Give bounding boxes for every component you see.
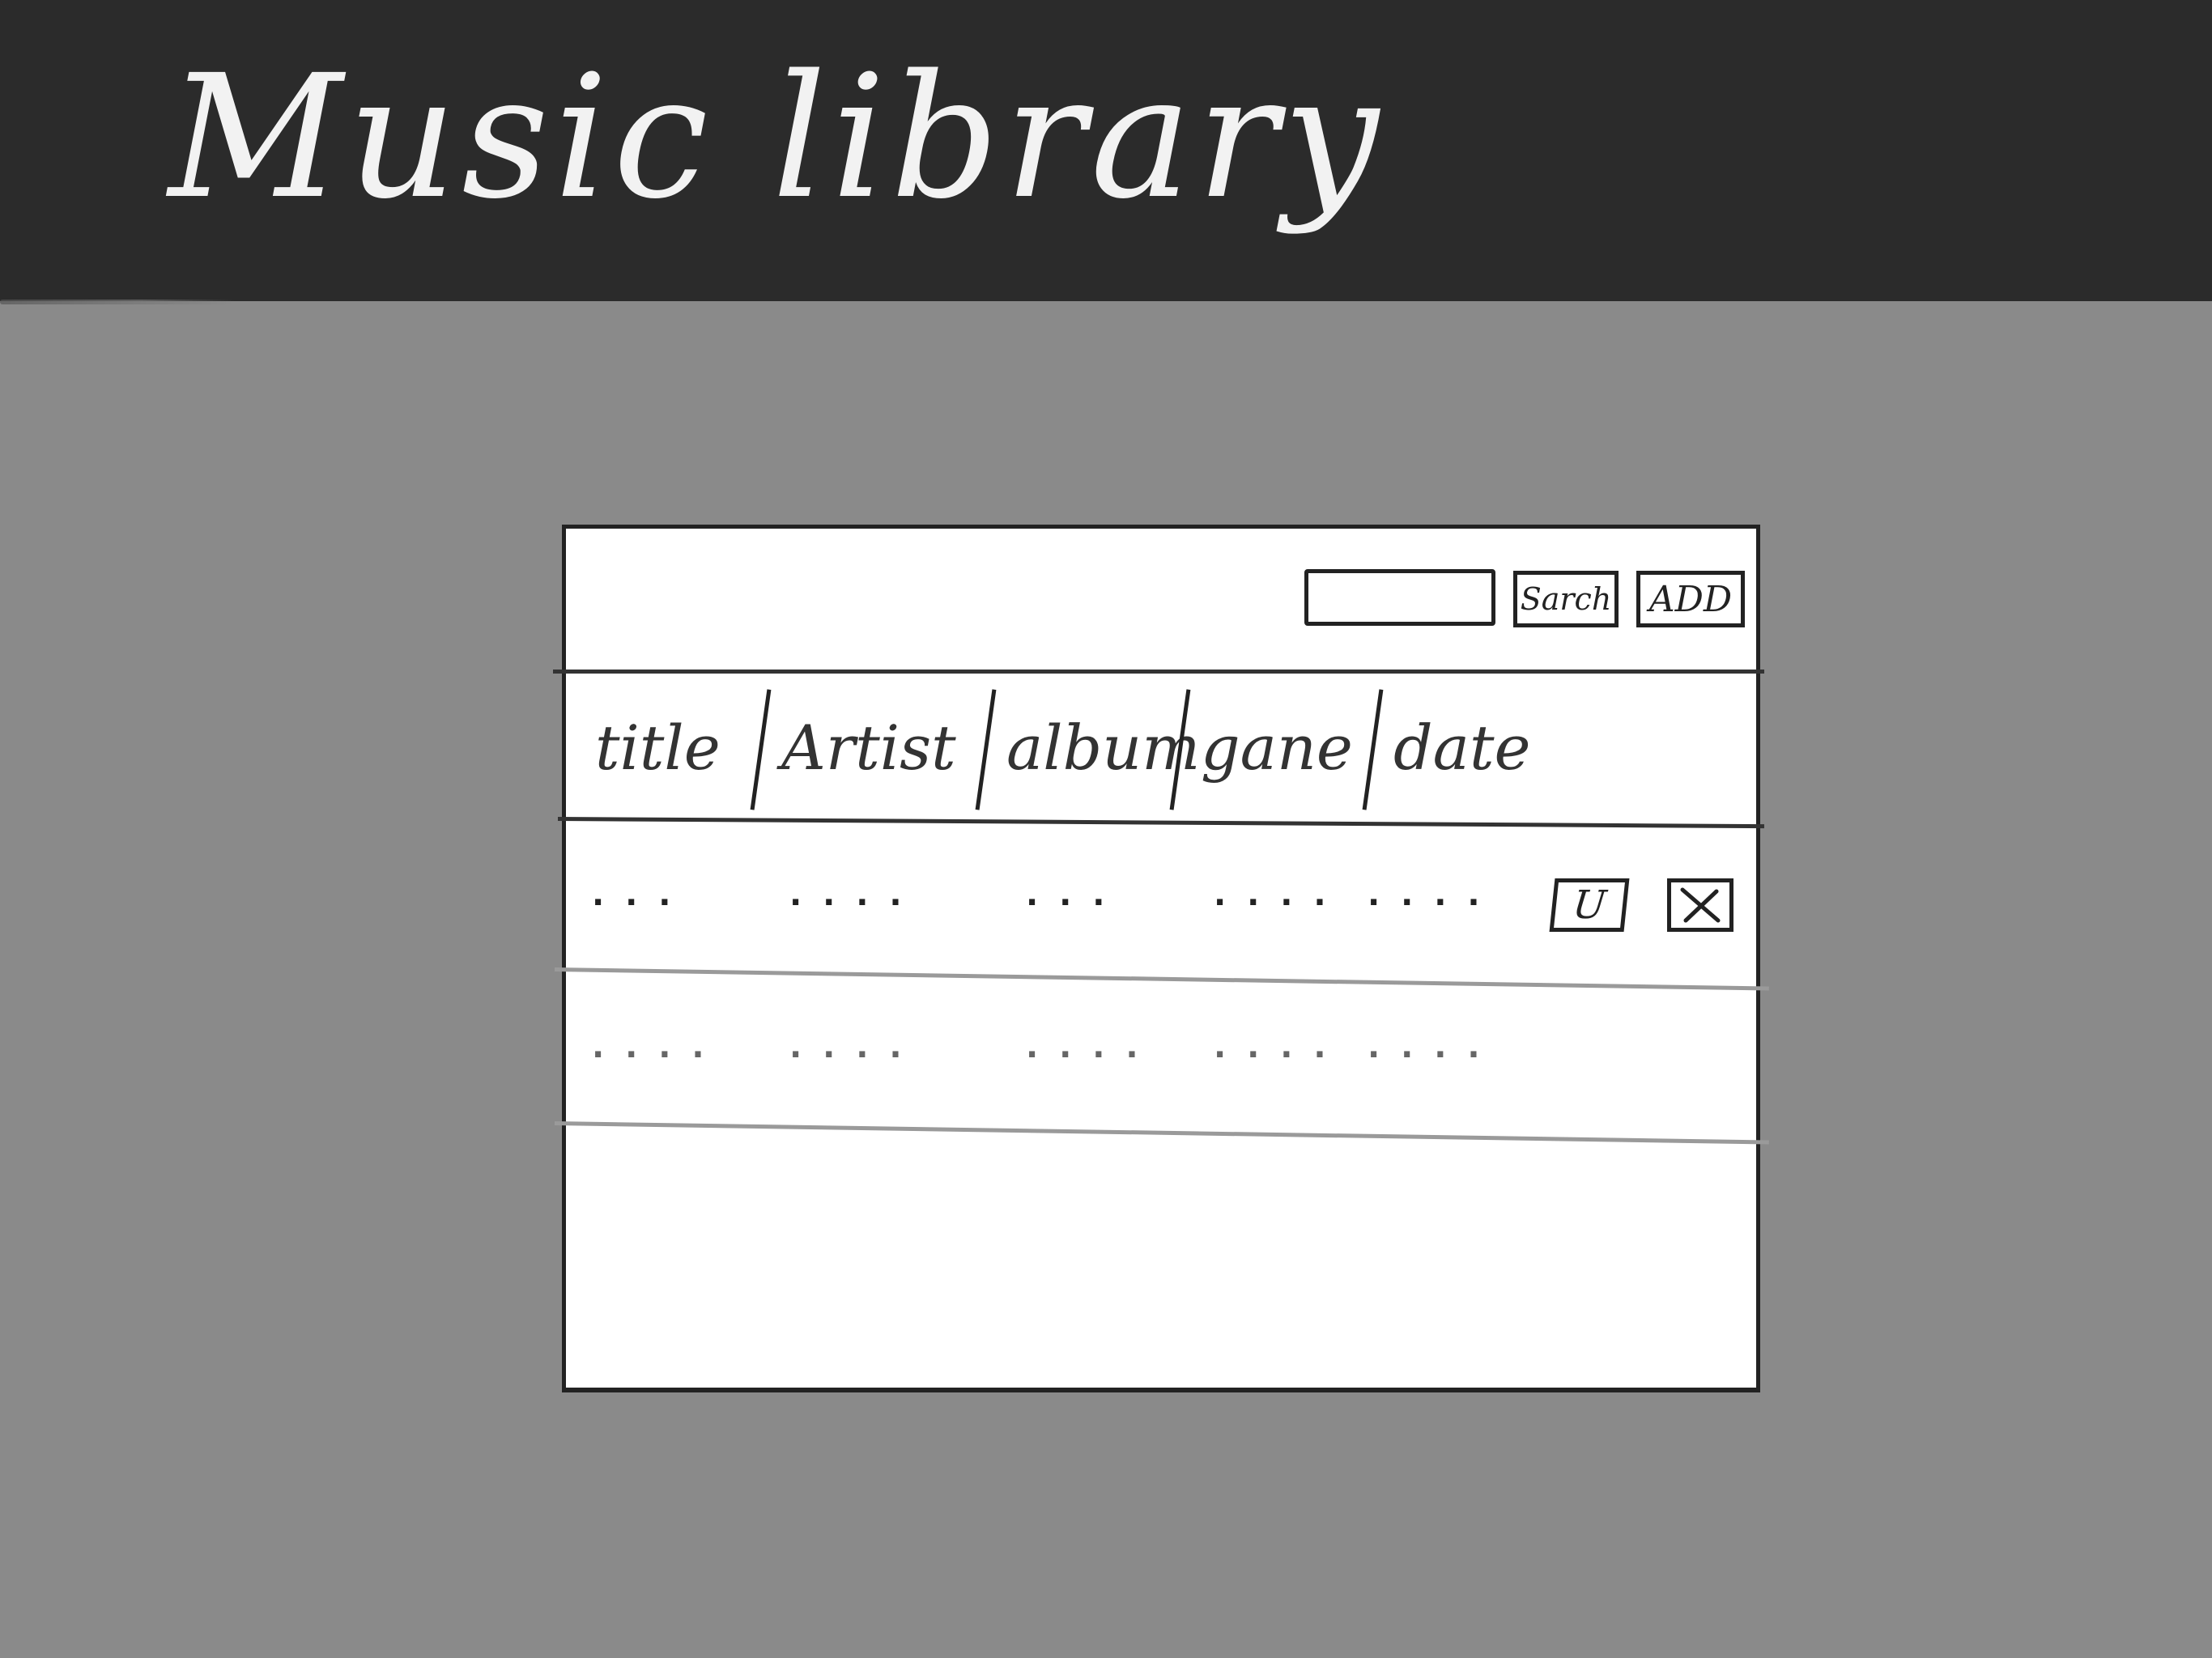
x-icon [1680, 887, 1721, 923]
table-cell: · · · · [1214, 884, 1331, 921]
table-cell: · · · · [1214, 1036, 1331, 1073]
table-row[interactable]: · · · · · · · · · · · · · · · · · · U [566, 822, 1756, 976]
search-input[interactable] [1304, 569, 1495, 626]
table-cell: · · · · [1026, 1036, 1143, 1073]
app-root: Music library Sarch ADD title Artist alb… [0, 0, 2212, 1658]
app-header: Music library [0, 0, 2212, 301]
table-cell: · · · [1026, 884, 1110, 921]
search-button[interactable]: Sarch [1513, 571, 1619, 627]
column-header-date[interactable]: date [1369, 712, 1580, 784]
table-row[interactable]: · · · · · · · · · · · · · · · · · · · · [566, 976, 1756, 1129]
table-cell: · · · · [1368, 1036, 1485, 1073]
page-title: Music library [168, 38, 1384, 236]
column-header-title[interactable]: title [566, 712, 757, 784]
table-cell: · · · [592, 884, 676, 921]
table-header: title Artist album gane date [566, 674, 1756, 820]
column-header-genre[interactable]: gane [1176, 712, 1369, 784]
table-cell: · · · · [1368, 884, 1485, 921]
update-button[interactable]: U [1549, 878, 1630, 932]
header-underline [0, 300, 235, 304]
column-header-artist[interactable]: Artist [757, 712, 982, 784]
column-header-album[interactable]: album [982, 712, 1200, 784]
library-panel: Sarch ADD title Artist album gane date ·… [553, 525, 1769, 1392]
delete-button[interactable] [1667, 878, 1733, 932]
table-cell: · · · · [789, 1036, 907, 1073]
toolbar: Sarch ADD [566, 529, 1756, 674]
toolbar-divider [553, 670, 1764, 674]
add-button[interactable]: ADD [1636, 571, 1745, 627]
table-cell: · · · · [592, 1036, 709, 1073]
table-cell: · · · · [789, 884, 907, 921]
